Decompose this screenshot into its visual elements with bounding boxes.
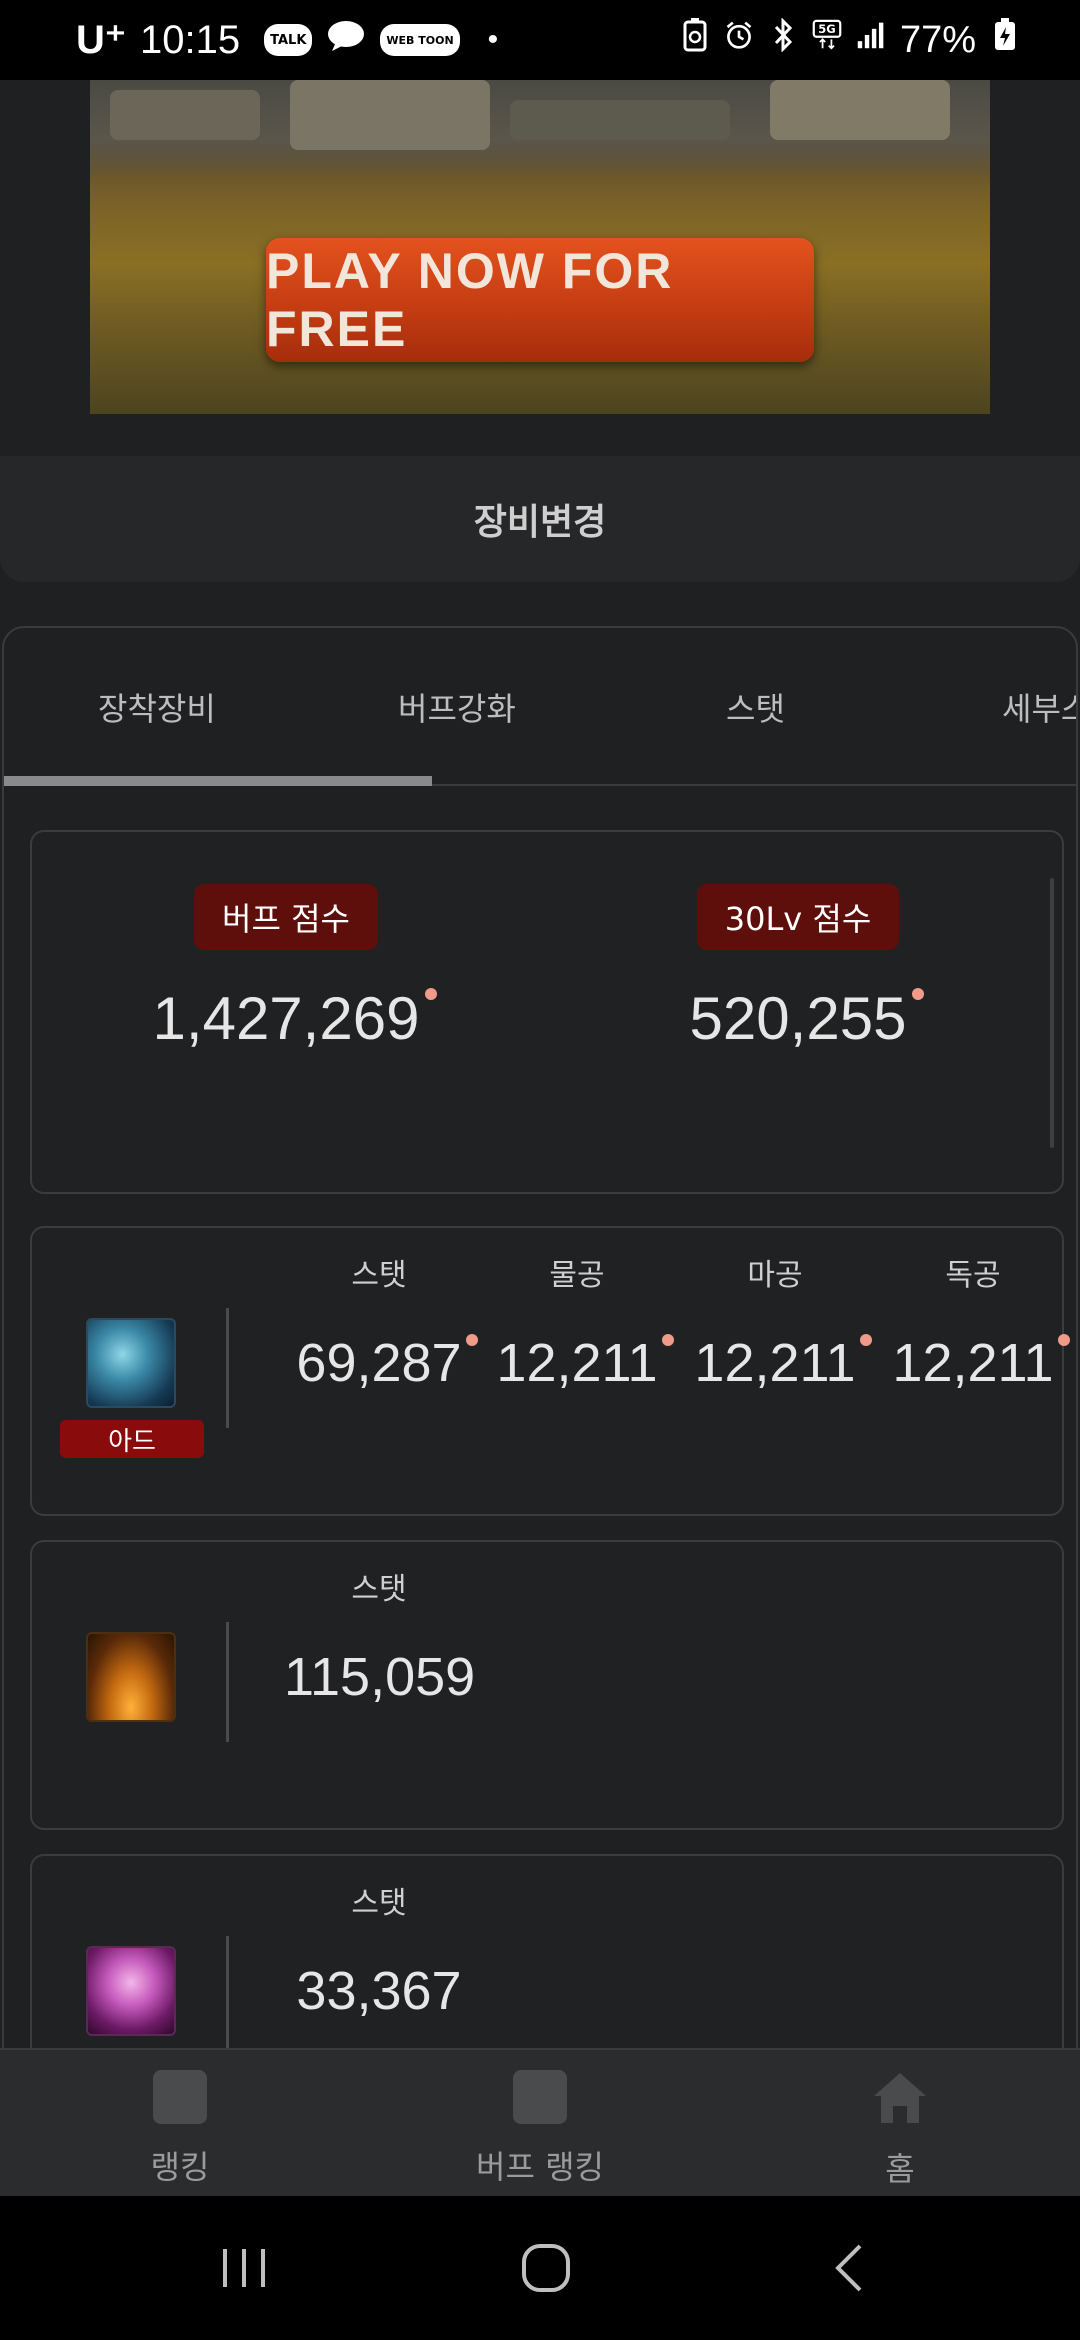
- change-dot-icon: [425, 988, 438, 1000]
- ad-badge: 아드: [60, 1420, 204, 1458]
- equipment-row[interactable]: 아드 스탯 69,287 물공 12,211 마공 12,211 독공 12,2…: [30, 1226, 1070, 1516]
- notification-dot-icon: •: [487, 23, 499, 56]
- scrollbar[interactable]: [1050, 878, 1054, 1148]
- bottom-navigation: 랭킹 버프 랭킹 홈: [0, 2048, 1080, 2196]
- battery-percent: 77%: [899, 18, 976, 61]
- tab-buff-enhance[interactable]: 버프강화: [398, 684, 516, 730]
- physical-attack-column: 물공 12,211: [482, 1250, 674, 1394]
- active-tab-indicator: [4, 776, 432, 786]
- buff-ranking-icon: [513, 2070, 567, 2124]
- home-icon: [871, 2070, 929, 2130]
- lv30-score: 30Lv 점수 520,255: [588, 884, 1008, 1053]
- clock: 10:15: [140, 17, 241, 62]
- buff-score-label: 버프 점수: [194, 884, 378, 950]
- lv30-score-label: 30Lv 점수: [696, 884, 900, 950]
- change-dot-icon: [661, 1334, 674, 1346]
- 5g-icon: 5G: [812, 18, 842, 62]
- nav-ranking[interactable]: 랭킹: [60, 2070, 300, 2188]
- chat-bubble-icon: [326, 19, 366, 62]
- svg-text:5G: 5G: [818, 22, 835, 36]
- stat-column: 스탯 33,367: [296, 1886, 462, 2021]
- status-bar: U⁺ 10:15 TALK WEB TOON • 5G 77%: [0, 0, 1080, 80]
- tab-bar: 장착장비 버프강화 스탯 세부스: [4, 628, 1076, 786]
- home-circle-icon: [522, 2244, 570, 2292]
- nav-buff-ranking-label: 버프 랭킹: [476, 2148, 604, 2186]
- golden-aura-skill-icon: [86, 1632, 176, 1722]
- recent-apps-button[interactable]: [204, 2238, 284, 2298]
- divider: [226, 1308, 229, 1428]
- tank-artwork: [90, 80, 990, 180]
- battery-charging-icon: [990, 18, 1020, 62]
- system-navigation-bar: [0, 2196, 1080, 2340]
- alarm-icon: [724, 18, 754, 62]
- webtoon-icon: WEB TOON: [380, 24, 460, 56]
- tab-details[interactable]: 세부스: [1002, 684, 1076, 730]
- battery-saver-icon: [680, 18, 710, 62]
- bluetooth-icon: [768, 18, 798, 62]
- nav-ranking-label: 랭킹: [150, 2148, 210, 2186]
- change-dot-icon: [465, 1334, 478, 1346]
- character-panel: 장착장비 버프강화 스탯 세부스 버프 점수 1,427,269 30Lv 점수…: [2, 626, 1078, 2126]
- carrier-label: U⁺: [76, 18, 126, 62]
- heart-skill-icon: [86, 1946, 176, 2036]
- equipment-change-label: 장비변경: [473, 502, 607, 543]
- talk-icon: TALK: [264, 24, 313, 56]
- divider: [226, 1936, 229, 2056]
- buff-score: 버프 점수 1,427,269: [76, 884, 496, 1053]
- play-now-button[interactable]: PLAY NOW FOR FREE: [266, 238, 814, 362]
- back-chevron-icon: [835, 2244, 862, 2292]
- change-dot-icon: [1057, 1334, 1070, 1346]
- score-summary-card: 버프 점수 1,427,269 30Lv 점수 520,255: [30, 830, 1064, 1194]
- recent-apps-icon: [223, 2249, 265, 2287]
- nav-buff-ranking[interactable]: 버프 랭킹: [420, 2070, 660, 2188]
- independent-attack-column: 독공 12,211: [878, 1250, 1070, 1394]
- magic-attack-column: 마공 12,211: [680, 1250, 872, 1394]
- change-dot-icon: [912, 988, 925, 1000]
- ranking-icon: [153, 2070, 207, 2124]
- nav-home[interactable]: 홈: [780, 2070, 1020, 2190]
- signal-icon: [856, 18, 886, 62]
- equipment-row[interactable]: 스탯 115,059: [30, 1540, 1064, 1830]
- tab-stats[interactable]: 스탯: [726, 684, 785, 730]
- ad-banner[interactable]: PLAY NOW FOR FREE: [90, 80, 990, 414]
- divider: [226, 1622, 229, 1742]
- stat-column: 스탯 115,059: [284, 1572, 476, 1707]
- buff-score-value: 1,427,269: [153, 984, 438, 1053]
- nav-home-label: 홈: [885, 2150, 915, 2188]
- lv30-score-value: 520,255: [690, 984, 925, 1053]
- back-button[interactable]: [810, 2238, 890, 2298]
- equipment-change-button[interactable]: 장비변경: [0, 456, 1080, 582]
- home-system-button[interactable]: [506, 2238, 586, 2298]
- stat-column: 스탯 69,287: [284, 1250, 478, 1394]
- tab-equipped-gear[interactable]: 장착장비: [98, 684, 216, 730]
- ice-skill-icon: [86, 1318, 176, 1408]
- change-dot-icon: [859, 1334, 872, 1346]
